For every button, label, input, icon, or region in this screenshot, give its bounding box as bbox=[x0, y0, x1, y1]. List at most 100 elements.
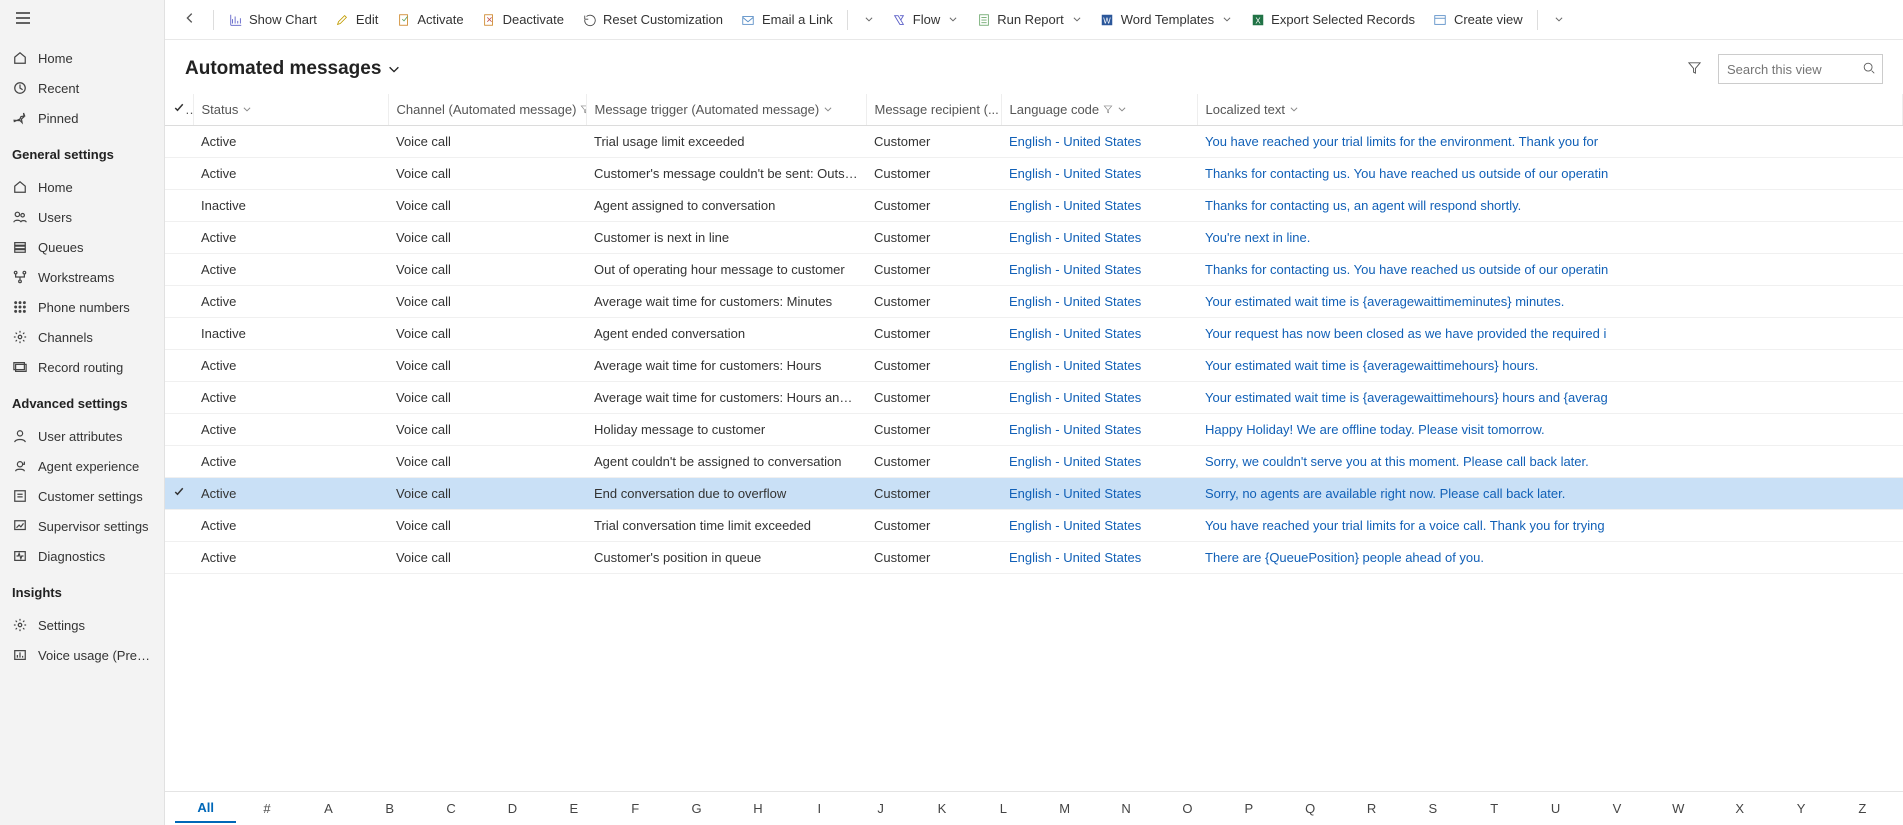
deactivate-button[interactable]: Deactivate bbox=[474, 8, 572, 31]
cell-localized-text[interactable]: Your estimated wait time is {averagewait… bbox=[1197, 350, 1903, 382]
alpha-filter-j[interactable]: J bbox=[850, 795, 911, 822]
col-language[interactable]: Language code bbox=[1001, 94, 1197, 126]
alpha-filter-n[interactable]: N bbox=[1095, 795, 1156, 822]
col-channel[interactable]: Channel (Automated message) bbox=[388, 94, 586, 126]
table-row[interactable]: ActiveVoice callOut of operating hour me… bbox=[165, 254, 1903, 286]
cell-language[interactable]: English - United States bbox=[1001, 286, 1197, 318]
table-row[interactable]: ActiveVoice callAgent couldn't be assign… bbox=[165, 446, 1903, 478]
row-checkbox[interactable] bbox=[165, 286, 193, 318]
cell-language[interactable]: English - United States bbox=[1001, 382, 1197, 414]
alpha-filter-v[interactable]: V bbox=[1586, 795, 1647, 822]
alpha-filter-i[interactable]: I bbox=[789, 795, 850, 822]
row-checkbox[interactable] bbox=[165, 158, 193, 190]
run-report-button[interactable]: Run Report bbox=[968, 8, 1089, 31]
sidebar-item-recent[interactable]: Recent bbox=[0, 73, 164, 103]
sidebar-item-channels[interactable]: Channels bbox=[0, 322, 164, 352]
row-checkbox[interactable] bbox=[165, 318, 193, 350]
row-checkbox[interactable] bbox=[165, 350, 193, 382]
search-box[interactable] bbox=[1718, 54, 1883, 84]
table-row[interactable]: InactiveVoice callAgent assigned to conv… bbox=[165, 190, 1903, 222]
table-row[interactable]: ActiveVoice callTrial conversation time … bbox=[165, 510, 1903, 542]
alpha-filter-h[interactable]: H bbox=[727, 795, 788, 822]
row-checkbox[interactable] bbox=[165, 478, 193, 510]
table-row[interactable]: ActiveVoice callCustomer's position in q… bbox=[165, 542, 1903, 574]
row-checkbox[interactable] bbox=[165, 222, 193, 254]
activate-button[interactable]: Activate bbox=[388, 8, 471, 31]
filter-button[interactable] bbox=[1681, 54, 1708, 84]
cell-language[interactable]: English - United States bbox=[1001, 158, 1197, 190]
sidebar-item-supervisor-settings[interactable]: Supervisor settings bbox=[0, 511, 164, 541]
alpha-filter-x[interactable]: X bbox=[1709, 795, 1770, 822]
flow-button[interactable]: Flow bbox=[884, 8, 966, 31]
cell-localized-text[interactable]: You have reached your trial limits for t… bbox=[1197, 126, 1903, 158]
row-checkbox[interactable] bbox=[165, 542, 193, 574]
alpha-filter-#[interactable]: # bbox=[236, 795, 297, 822]
view-title-dropdown[interactable]: Automated messages bbox=[185, 58, 401, 80]
table-row[interactable]: ActiveVoice callCustomer's message could… bbox=[165, 158, 1903, 190]
alpha-filter-t[interactable]: T bbox=[1464, 795, 1525, 822]
cell-localized-text[interactable]: Sorry, we couldn't serve you at this mom… bbox=[1197, 446, 1903, 478]
alpha-filter-u[interactable]: U bbox=[1525, 795, 1586, 822]
cell-localized-text[interactable]: You have reached your trial limits for a… bbox=[1197, 510, 1903, 542]
alpha-filter-g[interactable]: G bbox=[666, 795, 727, 822]
sidebar-item-agent-experience[interactable]: Agent experience bbox=[0, 451, 164, 481]
alpha-filter-all[interactable]: All bbox=[175, 794, 236, 823]
reset-customization-button[interactable]: Reset Customization bbox=[574, 8, 731, 31]
row-checkbox[interactable] bbox=[165, 382, 193, 414]
cell-localized-text[interactable]: Thanks for contacting us. You have reach… bbox=[1197, 254, 1903, 286]
cell-localized-text[interactable]: Your estimated wait time is {averagewait… bbox=[1197, 286, 1903, 318]
row-checkbox[interactable] bbox=[165, 414, 193, 446]
alpha-filter-a[interactable]: A bbox=[298, 795, 359, 822]
cell-localized-text[interactable]: There are {QueuePosition} people ahead o… bbox=[1197, 542, 1903, 574]
col-trigger[interactable]: Message trigger (Automated message) bbox=[586, 94, 866, 126]
export-selected-button[interactable]: Export Selected Records bbox=[1242, 8, 1423, 31]
sidebar-item-record-routing[interactable]: Record routing bbox=[0, 352, 164, 382]
cell-localized-text[interactable]: Your request has now been closed as we h… bbox=[1197, 318, 1903, 350]
alpha-filter-w[interactable]: W bbox=[1648, 795, 1709, 822]
col-status[interactable]: Status bbox=[193, 94, 388, 126]
alpha-filter-d[interactable]: D bbox=[482, 795, 543, 822]
alpha-filter-f[interactable]: F bbox=[605, 795, 666, 822]
row-checkbox[interactable] bbox=[165, 126, 193, 158]
cell-language[interactable]: English - United States bbox=[1001, 542, 1197, 574]
hamburger-button[interactable] bbox=[0, 0, 164, 39]
back-button[interactable] bbox=[173, 7, 207, 32]
sidebar-item-workstreams[interactable]: Workstreams bbox=[0, 262, 164, 292]
sidebar-item-voice-usage-preview-[interactable]: Voice usage (Preview) bbox=[0, 640, 164, 670]
create-view-split[interactable] bbox=[1544, 8, 1572, 31]
cell-localized-text[interactable]: Thanks for contacting us, an agent will … bbox=[1197, 190, 1903, 222]
table-row[interactable]: ActiveVoice callCustomer is next in line… bbox=[165, 222, 1903, 254]
email-link-button[interactable]: Email a Link bbox=[733, 8, 841, 31]
alpha-filter-q[interactable]: Q bbox=[1279, 795, 1340, 822]
cell-language[interactable]: English - United States bbox=[1001, 414, 1197, 446]
alpha-filter-c[interactable]: C bbox=[420, 795, 481, 822]
alpha-filter-m[interactable]: M bbox=[1034, 795, 1095, 822]
cell-language[interactable]: English - United States bbox=[1001, 126, 1197, 158]
select-all-header[interactable] bbox=[165, 94, 193, 126]
row-checkbox[interactable] bbox=[165, 446, 193, 478]
row-checkbox[interactable] bbox=[165, 190, 193, 222]
table-row[interactable]: InactiveVoice callAgent ended conversati… bbox=[165, 318, 1903, 350]
alpha-filter-e[interactable]: E bbox=[543, 795, 604, 822]
row-checkbox[interactable] bbox=[165, 510, 193, 542]
sidebar-item-user-attributes[interactable]: User attributes bbox=[0, 421, 164, 451]
alpha-filter-l[interactable]: L bbox=[973, 795, 1034, 822]
cell-language[interactable]: English - United States bbox=[1001, 478, 1197, 510]
cell-localized-text[interactable]: Your estimated wait time is {averagewait… bbox=[1197, 382, 1903, 414]
table-row[interactable]: ActiveVoice callAverage wait time for cu… bbox=[165, 286, 1903, 318]
col-recipient[interactable]: Message recipient (... bbox=[866, 94, 1001, 126]
cell-localized-text[interactable]: Thanks for contacting us. You have reach… bbox=[1197, 158, 1903, 190]
cell-localized-text[interactable]: Happy Holiday! We are offline today. Ple… bbox=[1197, 414, 1903, 446]
alpha-filter-p[interactable]: P bbox=[1218, 795, 1279, 822]
cell-language[interactable]: English - United States bbox=[1001, 190, 1197, 222]
cell-language[interactable]: English - United States bbox=[1001, 254, 1197, 286]
table-row[interactable]: ActiveVoice callAverage wait time for cu… bbox=[165, 350, 1903, 382]
table-row[interactable]: ActiveVoice callHoliday message to custo… bbox=[165, 414, 1903, 446]
alpha-filter-r[interactable]: R bbox=[1341, 795, 1402, 822]
alpha-filter-b[interactable]: B bbox=[359, 795, 420, 822]
alpha-filter-k[interactable]: K bbox=[911, 795, 972, 822]
show-chart-button[interactable]: Show Chart bbox=[220, 8, 325, 31]
cell-localized-text[interactable]: Sorry, no agents are available right now… bbox=[1197, 478, 1903, 510]
alpha-filter-z[interactable]: Z bbox=[1832, 795, 1893, 822]
edit-button[interactable]: Edit bbox=[327, 8, 386, 31]
